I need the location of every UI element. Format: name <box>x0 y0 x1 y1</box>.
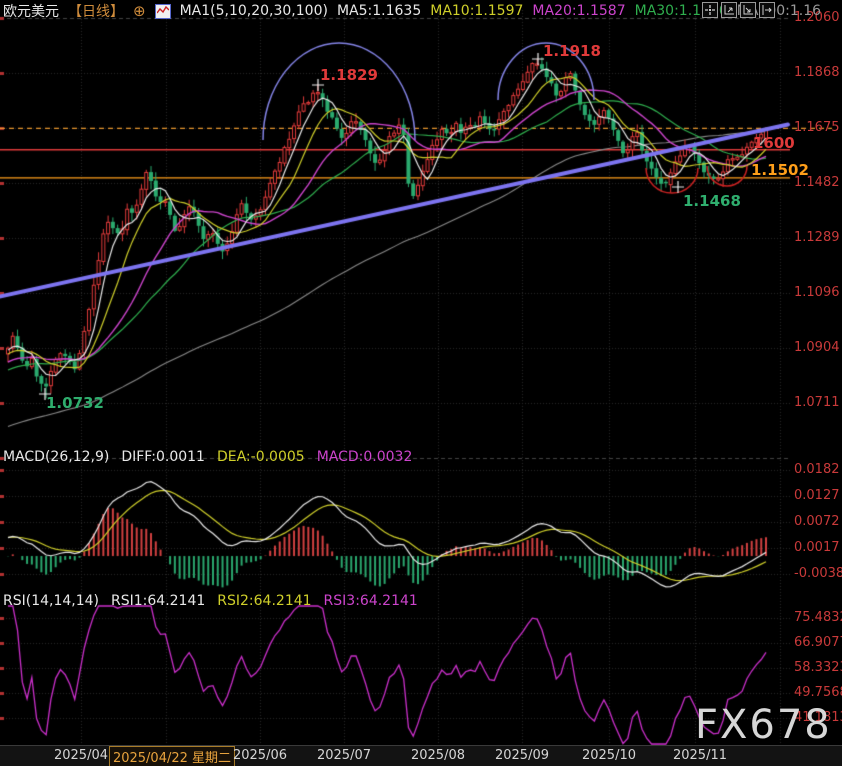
rsi-axis-tick: 49.7568 <box>794 685 842 700</box>
mini-chart-glyph <box>157 6 169 16</box>
macd-axis-tick: -0.0038 <box>794 566 842 581</box>
time-axis-label: 2025/09 <box>495 748 549 763</box>
macd-axis-tick: 0.0017 <box>794 540 840 555</box>
price-annotation: 1.1829 <box>320 66 378 84</box>
time-axis-label: 2025/06 <box>233 748 287 763</box>
rsi-axis-tick: 58.3323 <box>794 660 842 675</box>
mini-chart-icon[interactable] <box>155 4 171 19</box>
rsi1-value: RSI1:64.2141 <box>111 593 205 609</box>
add-indicator-icon[interactable]: ⊕ <box>133 2 146 20</box>
rsi-axis-tick: 75.4832 <box>794 610 842 625</box>
price-axis-tick: 1.1868 <box>794 65 840 80</box>
time-axis-label: 2025/08 <box>411 748 465 763</box>
macd-panel-header: MACD(26,12,9) DIFF:0.0011 DEA:-0.0005 MA… <box>3 449 412 465</box>
scale-x-axis-icon[interactable] <box>740 2 756 18</box>
price-axis-tick: 1.1289 <box>794 230 840 245</box>
rsi-axis-tick: 66.9077 <box>794 635 842 650</box>
trading-chart-window: 欧元美元 【日线】 ⊕ MA1(5,10,20,30,100) MA5:1.16… <box>0 0 842 766</box>
price-annotation: 1.1918 <box>543 42 601 60</box>
time-axis-label: 2025/04 <box>54 748 108 763</box>
price-axis-tick: 1.0711 <box>794 395 840 410</box>
timeframe-label[interactable]: 【日线】 <box>68 1 124 21</box>
time-axis-label: 2025/10 <box>582 748 636 763</box>
ma-settings-label: MA1(5,10,20,30,100) <box>180 3 328 19</box>
ma20-value: MA20:1.1587 <box>532 3 625 19</box>
time-axis-label: 2025/11 <box>673 748 727 763</box>
ma5-value: MA5:1.1635 <box>337 3 421 19</box>
pan-right-icon[interactable] <box>759 2 775 18</box>
ma10-value: MA10:1.1597 <box>430 3 523 19</box>
chart-header: 欧元美元 【日线】 ⊕ MA1(5,10,20,30,100) MA5:1.16… <box>3 1 821 21</box>
chart-canvas[interactable] <box>0 0 842 766</box>
time-axis-label: 2025/07 <box>317 748 371 763</box>
macd-title: MACD(26,12,9) <box>3 449 109 465</box>
rsi-panel-header: RSI(14,14,14) RSI1:64.2141 RSI2:64.2141 … <box>3 593 418 609</box>
macd-diff-value: DIFF:0.0011 <box>121 449 205 465</box>
macd-macd-value: MACD:0.0032 <box>317 449 413 465</box>
macd-axis-tick: 0.0182 <box>794 462 840 477</box>
watermark: FX678 <box>695 702 832 748</box>
price-axis-tick: 1.0904 <box>794 340 840 355</box>
rsi2-value: RSI2:64.2141 <box>217 593 311 609</box>
price-annotation: 1.1502 <box>751 161 809 179</box>
macd-dea-value: DEA:-0.0005 <box>217 449 305 465</box>
price-axis-tick: 1.1096 <box>794 285 840 300</box>
price-annotation: 1600 <box>753 134 795 152</box>
macd-axis-tick: 0.0072 <box>794 514 840 529</box>
macd-axis-tick: 0.0127 <box>794 488 840 503</box>
crosshair-icon[interactable] <box>702 2 718 18</box>
price-annotation: 1.0732 <box>46 394 104 412</box>
rsi-title: RSI(14,14,14) <box>3 593 99 609</box>
scale-y-axis-icon[interactable] <box>721 2 737 18</box>
price-axis-tick: 1.1675 <box>794 120 840 135</box>
time-axis-label[interactable]: 2025/04/22 星期二 <box>109 746 235 766</box>
rsi3-value: RSI3:64.2141 <box>324 593 418 609</box>
price-annotation: 1.1468 <box>683 192 741 210</box>
chart-toolbar <box>702 2 775 18</box>
symbol-title: 欧元美元 <box>3 1 59 21</box>
